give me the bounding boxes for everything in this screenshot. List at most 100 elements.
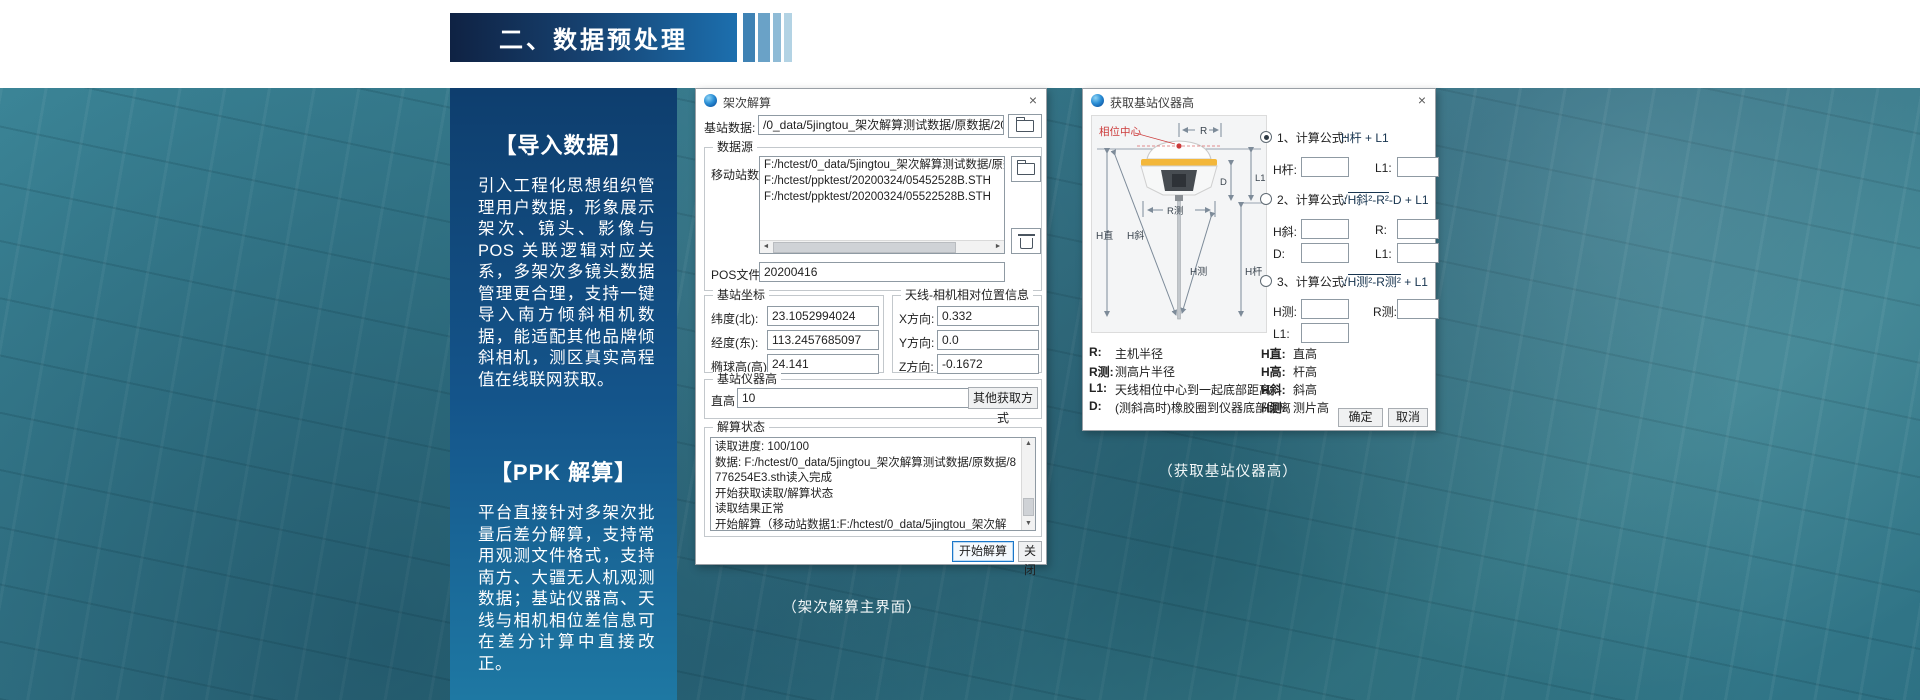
group-data-source: 数据源 移动站数据: F:/hctest/0_data/5jingtou_架次解… bbox=[704, 147, 1042, 291]
group-solve-status: 解算状态 读取进度: 100/100 数据: F:/hctest/0_data/… bbox=[704, 427, 1042, 537]
base-data-label: 基站数据: bbox=[704, 119, 755, 136]
formula-3: √H测²-R测² + L1 bbox=[1341, 273, 1428, 290]
legend-value: 测片高 bbox=[1293, 399, 1329, 416]
lat-input[interactable]: 23.1052994024 bbox=[767, 306, 879, 326]
svg-text:R测: R测 bbox=[1167, 206, 1183, 217]
scroll-up-icon[interactable]: ▲ bbox=[1022, 438, 1035, 450]
list-item[interactable]: F:/hctest/ppktest/20200324/05522528B.STH bbox=[760, 189, 1004, 205]
scroll-down-icon[interactable]: ▼ bbox=[1022, 518, 1035, 530]
vertical-height-input[interactable]: 10 bbox=[737, 388, 969, 408]
lon-input[interactable]: 113.2457685097 bbox=[767, 330, 879, 350]
dialog2-titlebar[interactable]: 获取基站仪器高 × bbox=[1083, 89, 1435, 113]
lon-label: 经度(东): bbox=[711, 334, 758, 351]
x-dir-input[interactable]: 0.332 bbox=[937, 306, 1039, 326]
legend-key: H斜: bbox=[1261, 381, 1286, 398]
legend-value: 主机半径 bbox=[1115, 345, 1163, 362]
group-data-source-label: 数据源 bbox=[713, 140, 757, 154]
field-input[interactable] bbox=[1397, 299, 1439, 319]
rover-browse-button[interactable] bbox=[1011, 156, 1041, 182]
svg-text:相位中心: 相位中心 bbox=[1099, 125, 1141, 138]
field-input[interactable] bbox=[1301, 243, 1349, 263]
start-solve-button[interactable]: 开始解算 bbox=[952, 541, 1014, 562]
field-input[interactable] bbox=[1301, 323, 1349, 343]
close-icon[interactable]: × bbox=[1029, 92, 1037, 108]
close-button[interactable]: 关闭 bbox=[1018, 541, 1042, 562]
formula-option-1[interactable]: 1、计算公式: H杆 + L1 bbox=[1260, 129, 1347, 146]
rover-delete-button[interactable] bbox=[1011, 228, 1041, 254]
field-label: L1: bbox=[1273, 327, 1290, 341]
svg-text:L1: L1 bbox=[1255, 173, 1266, 184]
rover-file-list[interactable]: F:/hctest/0_data/5jingtou_架次解算测试数据/原数据/8… bbox=[759, 156, 1005, 254]
section-title: 二、数据预处理 bbox=[499, 20, 688, 55]
height-input[interactable]: 24.141 bbox=[767, 354, 879, 374]
status-textarea[interactable]: 读取进度: 100/100 数据: F:/hctest/0_data/5jing… bbox=[710, 437, 1036, 531]
z-dir-label: Z方向: bbox=[899, 358, 934, 375]
radio-icon[interactable] bbox=[1260, 193, 1272, 205]
legend-value: 天线相位中心到一起底部距离 bbox=[1115, 381, 1271, 398]
legend-value: 斜高 bbox=[1293, 381, 1317, 398]
vertical-scrollbar[interactable]: ▲ ▼ bbox=[1021, 438, 1035, 530]
list-item[interactable]: F:/hctest/ppktest/20200324/05452528B.STH bbox=[760, 173, 1004, 189]
list-item[interactable]: F:/hctest/0_data/5jingtou_架次解算测试数据/原数据/8… bbox=[760, 157, 1004, 173]
field-label: L1: bbox=[1375, 247, 1392, 261]
group-instrument-height: 基站仪器高 直高 10 其他获取方式 bbox=[704, 379, 1042, 419]
svg-text:H斜: H斜 bbox=[1127, 229, 1144, 242]
field-input[interactable] bbox=[1397, 243, 1439, 263]
group-base-coords: 基站坐标 纬度(北): 23.1052994024 经度(东): 113.245… bbox=[704, 295, 884, 373]
vertical-height-label: 直高 bbox=[711, 392, 735, 409]
field-label: L1: bbox=[1375, 161, 1392, 175]
ok-button[interactable]: 确定 bbox=[1338, 408, 1383, 427]
legend-key: R: bbox=[1089, 345, 1102, 359]
scroll-left-icon[interactable]: ◄ bbox=[760, 241, 772, 253]
receiver-diagram: 相位中心 R L1 D R测 H bbox=[1091, 115, 1267, 333]
horizontal-scrollbar[interactable]: ◄ ► bbox=[760, 240, 1004, 253]
legend-key: R测: bbox=[1089, 363, 1114, 380]
field-input[interactable] bbox=[1397, 157, 1439, 177]
legend-value: 杆高 bbox=[1293, 363, 1317, 380]
close-icon[interactable]: × bbox=[1418, 92, 1426, 108]
folder-open-icon bbox=[1017, 163, 1035, 175]
group-base-coords-label: 基站坐标 bbox=[713, 288, 769, 302]
app-icon bbox=[1091, 94, 1104, 107]
sidebar-section-title-import: 【导入数据】 bbox=[450, 128, 677, 160]
z-dir-input[interactable]: -0.1672 bbox=[937, 354, 1039, 374]
dialog2-caption: （获取基站仪器高） bbox=[1118, 460, 1338, 481]
svg-text:D: D bbox=[1220, 177, 1227, 188]
field-input[interactable] bbox=[1397, 219, 1439, 239]
x-dir-label: X方向: bbox=[899, 310, 934, 327]
formula-option-3[interactable]: 3、计算公式: √H测²-R测² + L1 bbox=[1260, 273, 1347, 290]
group-antenna-offset-label: 天线-相机相对位置信息 bbox=[901, 288, 1033, 302]
hscroll-thumb[interactable] bbox=[773, 242, 956, 253]
scroll-right-icon[interactable]: ► bbox=[992, 241, 1004, 253]
formula-2: √H斜²-R²-D + L1 bbox=[1341, 191, 1429, 208]
legend-value: 直高 bbox=[1293, 345, 1317, 362]
vscroll-thumb[interactable] bbox=[1023, 498, 1034, 516]
pos-filename-input[interactable]: 20200416 bbox=[759, 262, 1005, 282]
other-method-button[interactable]: 其他获取方式 bbox=[968, 387, 1038, 409]
base-data-input[interactable]: /0_data/5jingtou_架次解算测试数据/原数据/2043254EF.… bbox=[758, 115, 1004, 135]
radio-icon[interactable] bbox=[1260, 275, 1272, 287]
sidebar-section-body-ppk: 平台直接针对多架次批量后差分解算，支持常用观测文件格式，支持南方、大疆无人机观测… bbox=[478, 503, 655, 675]
status-text: 读取进度: 100/100 数据: F:/hctest/0_data/5jing… bbox=[715, 440, 1017, 531]
svg-text:R: R bbox=[1200, 126, 1207, 137]
field-label: H测: bbox=[1273, 303, 1297, 320]
base-data-browse-button[interactable] bbox=[1008, 114, 1042, 138]
y-dir-input[interactable]: 0.0 bbox=[937, 330, 1039, 350]
y-dir-label: Y方向: bbox=[899, 334, 934, 351]
group-instrument-height-label: 基站仪器高 bbox=[713, 372, 781, 386]
app-icon bbox=[704, 94, 717, 107]
section-banner: 二、数据预处理 bbox=[450, 13, 737, 62]
field-input[interactable] bbox=[1301, 299, 1349, 319]
legend-key: H高: bbox=[1261, 363, 1286, 380]
group-antenna-offset: 天线-相机相对位置信息 X方向: 0.332 Y方向: 0.0 Z方向: -0.… bbox=[892, 295, 1042, 373]
formula-option-2[interactable]: 2、计算公式: √H斜²-R²-D + L1 bbox=[1260, 191, 1347, 208]
dialog1-titlebar[interactable]: 架次解算 × bbox=[696, 89, 1046, 113]
lat-label: 纬度(北): bbox=[711, 310, 758, 327]
trash-icon bbox=[1020, 238, 1033, 249]
field-input[interactable] bbox=[1301, 219, 1349, 239]
cancel-button[interactable]: 取消 bbox=[1388, 408, 1428, 427]
field-input[interactable] bbox=[1301, 157, 1349, 177]
radio-selected-icon[interactable] bbox=[1260, 131, 1272, 143]
group-solve-status-label: 解算状态 bbox=[713, 420, 769, 434]
sidebar-section-title-ppk: 【PPK 解算】 bbox=[450, 455, 677, 487]
